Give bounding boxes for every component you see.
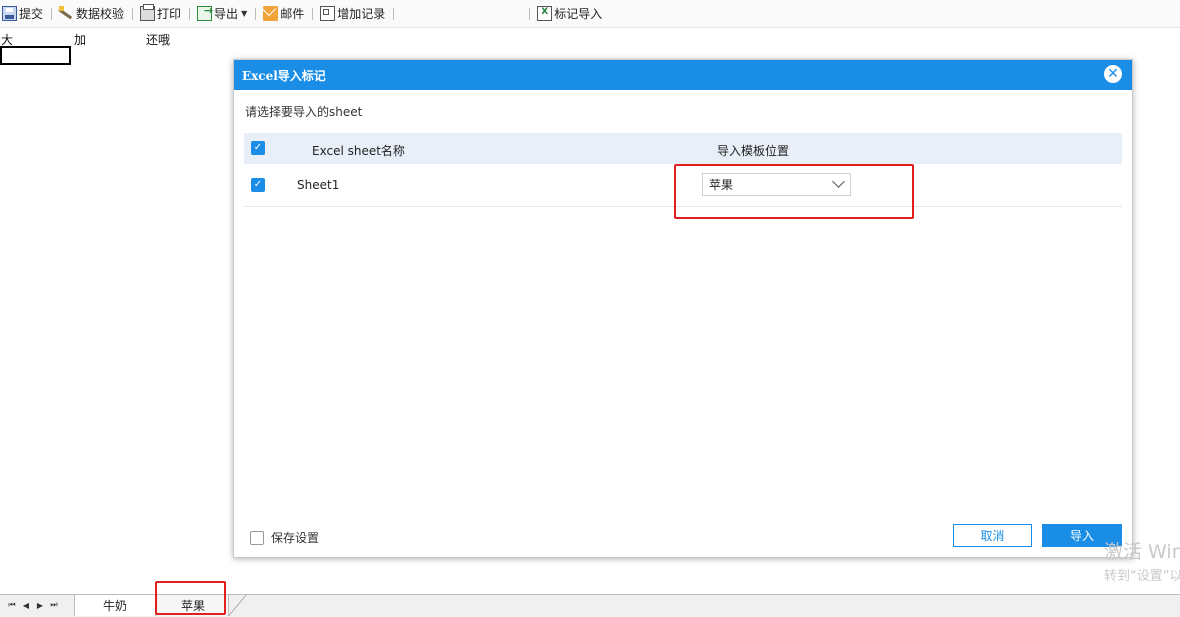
highlight-box — [155, 581, 226, 615]
select-all-checkbox[interactable]: ✓ — [251, 141, 265, 155]
dialog-title: Excel导入标记 — [242, 68, 326, 83]
row-checkbox[interactable]: ✓ — [251, 178, 265, 192]
sheet-cell[interactable]: 加 — [74, 31, 86, 48]
dialog-header: Excel导入标记 ✕ — [234, 60, 1132, 90]
mark-import-label: 标记导入 — [554, 7, 603, 21]
toolbar-separator — [529, 7, 531, 20]
mark-import-icon — [537, 6, 553, 21]
toolbar: 提交 数据校验 打印 导出 ▼ 邮件 增加记录 标记导入 — [0, 0, 1180, 28]
add-record-button[interactable]: 增加记录 — [318, 0, 387, 27]
toolbar-separator — [51, 7, 53, 20]
export-button[interactable]: 导出 ▼ — [195, 0, 249, 27]
toolbar-separator — [393, 7, 395, 20]
dialog-prompt: 请选择要导入的sheet — [245, 105, 363, 119]
highlight-box — [674, 164, 914, 219]
print-label: 打印 — [157, 7, 182, 21]
mark-import-button[interactable]: 标记导入 — [535, 0, 604, 27]
mail-button[interactable]: 邮件 — [261, 0, 306, 27]
table-header: ✓ Excel sheet名称 导入模板位置 — [244, 133, 1122, 164]
data-verify-button[interactable]: 数据校验 — [57, 0, 126, 27]
toolbar-separator — [189, 7, 191, 20]
excel-import-mark-dialog: Excel导入标记 ✕ 请选择要导入的sheet ✓ Excel sheet名称… — [233, 59, 1133, 558]
sheet-name: Sheet1 — [297, 178, 340, 192]
add-record-label: 增加记录 — [337, 7, 386, 21]
column-header-sheet-name: Excel sheet名称 — [312, 144, 405, 158]
sheet-tab[interactable]: 牛奶 — [74, 595, 156, 616]
mail-label: 邮件 — [280, 7, 305, 21]
caret-down-icon: ▼ — [241, 9, 248, 18]
check-icon: ✓ — [253, 142, 263, 153]
print-button[interactable]: 打印 — [138, 0, 183, 27]
sheet-navigation: ⏮ ◀ ▶ ⏭ — [5, 598, 61, 612]
save-setting-label: 保存设置 — [271, 531, 320, 545]
save-icon — [2, 6, 17, 21]
toolbar-separator — [255, 7, 257, 20]
save-setting[interactable]: 保存设置 — [250, 529, 319, 546]
verify-icon — [59, 6, 74, 21]
close-icon[interactable]: ✕ — [1104, 65, 1122, 83]
verify-label: 数据校验 — [76, 7, 125, 21]
submit-button[interactable]: 提交 — [0, 0, 45, 27]
cancel-button[interactable]: 取消 — [953, 524, 1032, 547]
save-setting-checkbox[interactable] — [250, 530, 264, 545]
sheet-cell[interactable]: 还哦 — [146, 31, 170, 48]
selected-cell[interactable] — [0, 46, 71, 65]
column-header-template-position: 导入模板位置 — [717, 144, 790, 158]
prev-sheet-icon[interactable]: ◀ — [19, 598, 33, 612]
check-icon: ✓ — [253, 179, 263, 190]
mail-icon — [263, 6, 279, 21]
next-sheet-icon[interactable]: ▶ — [33, 598, 47, 612]
activation-watermark: 激活 Win — [1104, 541, 1180, 563]
export-label: 导出 — [214, 7, 239, 21]
export-icon — [197, 4, 213, 21]
submit-label: 提交 — [19, 7, 44, 21]
first-sheet-icon[interactable]: ⏮ — [5, 598, 19, 612]
activation-watermark-sub: 转到“设置”以 — [1104, 569, 1180, 584]
add-record-icon — [320, 6, 336, 21]
toolbar-separator — [132, 7, 134, 20]
print-icon — [140, 4, 156, 21]
toolbar-separator — [312, 7, 314, 20]
last-sheet-icon[interactable]: ⏭ — [47, 598, 61, 612]
tab-divider — [228, 595, 267, 616]
